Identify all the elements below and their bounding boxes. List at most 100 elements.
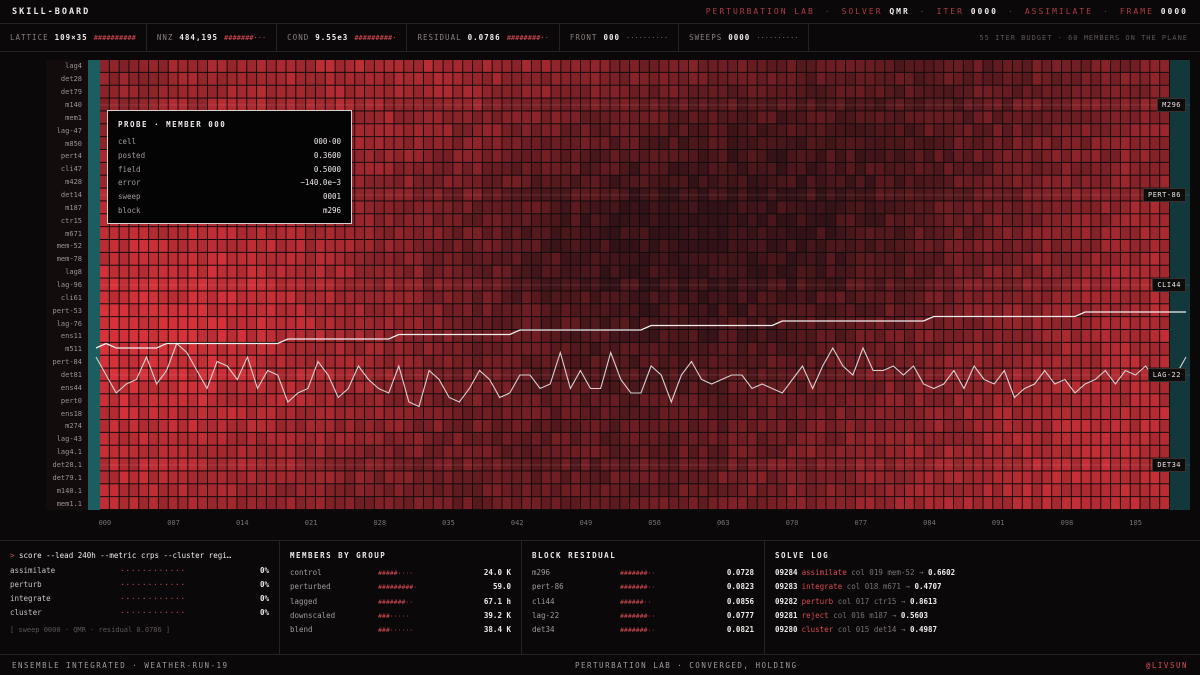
block-tag[interactable]: DET34 [1152,458,1186,472]
residual-row[interactable]: pert-86 #######·· 0.0823 [532,580,754,594]
heat-cell [168,252,178,265]
heat-cell [581,111,590,124]
command-line[interactable]: > score --lead 240h --metric crps --clus… [10,551,269,560]
heat-cell [836,484,846,497]
residual-row[interactable]: lag-22 #######·· 0.0777 [532,609,754,623]
heat-cell [708,201,718,214]
block-tag[interactable]: CLI44 [1152,278,1186,292]
metric-lattice: LATTICE 109×35 ########## [0,24,147,51]
heat-cell [600,304,610,317]
heat-cell [286,330,296,342]
footer-credit[interactable]: @LIVSUN [1146,661,1188,670]
heat-cell [865,381,875,394]
heat-cell [639,355,649,368]
heat-cell [649,407,659,419]
block-bar: ######·· [620,597,652,606]
residual-row[interactable]: det34 #######·· 0.0821 [532,623,754,637]
heat-cell [806,291,816,304]
members-row[interactable]: downscaled ###····· 39.2 K [290,609,511,623]
heat-cell [1101,291,1111,304]
heat-cell [708,342,718,355]
members-row[interactable]: perturbed #########· 59.0 [290,580,511,594]
frame-indicator: FRAME 0000 [1120,7,1188,16]
block-tag[interactable]: PERT-86 [1142,188,1186,202]
bottom-panels: > score --lead 240h --metric crps --clus… [0,540,1200,654]
group-bar: #########· [378,583,418,592]
heat-cell [404,317,414,329]
heat-cell [463,227,473,239]
heat-cell [129,291,139,304]
heat-cell [885,227,895,239]
heat-cell [423,291,433,304]
heat-cell [355,291,365,304]
heat-cell [973,304,983,317]
heat-cell [315,72,325,85]
heat-cell [757,240,767,252]
block-tag[interactable]: LAG-22 [1147,368,1186,382]
heat-cell [698,497,708,509]
lab-name[interactable]: PERTURBATION LAB [706,7,815,16]
heat-cell [315,265,325,278]
heat-cell [865,342,875,355]
members-row[interactable]: control #####···· 24.0 K [290,566,511,580]
heat-cell [1150,484,1160,497]
heat-cell [1150,330,1160,342]
heat-cell [482,137,492,149]
heat-cell [423,304,433,317]
heat-cell [207,394,217,407]
heat-cell [1091,85,1101,98]
heat-cell [296,330,306,342]
solver-indicator[interactable]: SOLVER QMR [842,7,910,16]
heat-cell [620,445,630,458]
heat-cell [482,394,492,407]
heat-cell [198,381,207,394]
panel-title: BLOCK RESIDUAL [532,551,617,560]
heat-cell [463,394,473,407]
heat-cell [993,304,1003,317]
heat-cell [394,227,404,239]
heat-cell [787,445,796,458]
log-entry[interactable]: 09282 perturb col 017 ctr15 → 0.8613 [775,595,1190,609]
heat-cell [394,252,404,265]
heat-cell [296,60,306,72]
heat-cell [659,162,669,175]
heat-cell [541,445,551,458]
heat-cell [168,85,178,98]
stage-bar: ············ [120,566,187,575]
heat-cell [875,227,885,239]
residual-row[interactable]: m296 #######·· 0.0728 [532,566,754,580]
heat-cell [669,342,679,355]
heat-cell [728,137,738,149]
log-entry[interactable]: 09283 integrate col 018 m671 → 0.4707 [775,580,1190,594]
heat-cell [767,227,777,239]
heat-cell [738,214,747,227]
heat-cell [1120,201,1130,214]
group-bar: ###······ [378,626,414,635]
heat-cell [1120,445,1130,458]
log-entry[interactable]: 09281 reject col 016 m187 → 0.5603 [775,609,1190,623]
heat-cell [1062,214,1071,227]
heat-cell [1081,471,1091,484]
heat-cell [1130,304,1140,317]
heat-cell [1120,137,1130,149]
residual-row[interactable]: cli44 ######·· 0.0856 [532,595,754,609]
members-row[interactable]: blend ###······ 38.4 K [290,623,511,637]
heat-cell [374,420,384,432]
heat-cell [836,227,846,239]
mode-button[interactable]: ASSIMILATE [1025,7,1093,16]
heat-cell [934,240,944,252]
heat-cell [630,407,639,419]
heat-cell [139,407,149,419]
heat-cell [404,162,414,175]
heat-cell [374,150,384,162]
log-entry[interactable]: 09284 assimilate col 019 mem-52 → 0.6602 [775,566,1190,580]
log-entry[interactable]: 09280 cluster col 015 det14 → 0.4987 [775,623,1190,637]
block-tag[interactable]: M296 [1157,98,1186,112]
members-row[interactable]: lagged #######·· 67.1 h [290,595,511,609]
heat-cell [502,497,512,509]
progress-row: integrate ············ 0% [10,592,269,606]
heat-cell [885,85,895,98]
heat-cell [247,265,257,278]
heat-cell [266,72,276,85]
heat-cell [492,72,502,85]
